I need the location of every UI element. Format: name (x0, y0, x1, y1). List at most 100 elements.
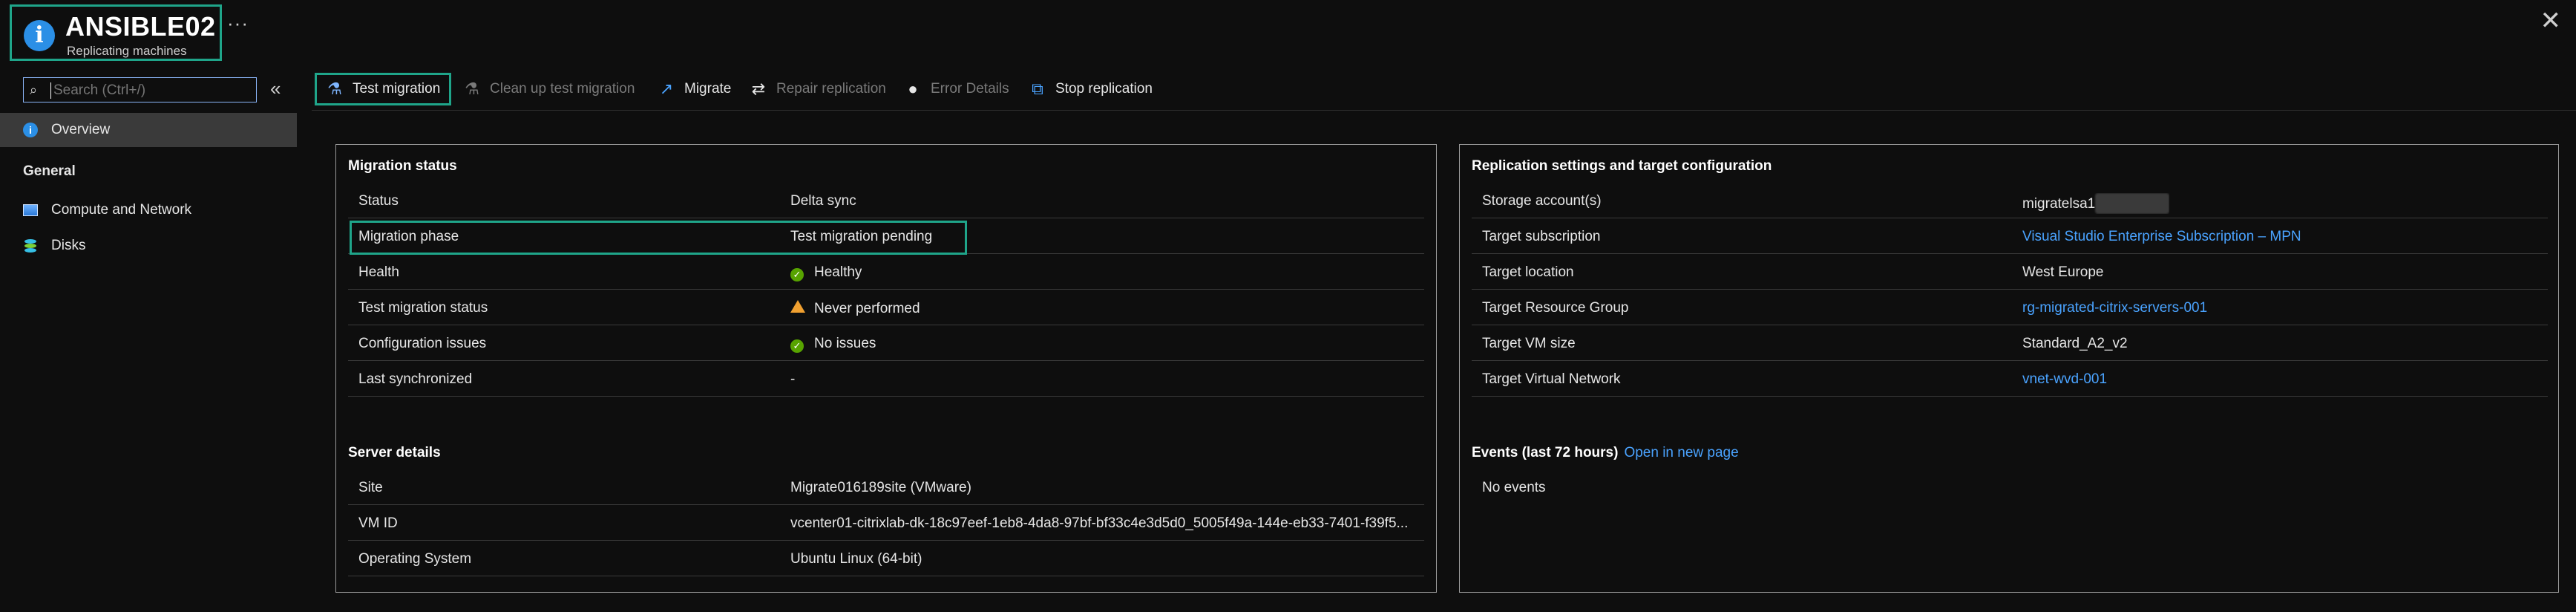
row-key: VM ID (358, 515, 398, 531)
migrate-icon: ↗ (659, 79, 674, 98)
events-title: Events (last 72 hours) Open in new page (1472, 445, 1739, 461)
button-label: Repair replication (776, 81, 886, 97)
no-events-text: No events (1482, 480, 1546, 495)
error-icon: ● (908, 79, 918, 98)
sidebar-item-compute-and-network[interactable]: Compute and Network (0, 193, 297, 227)
error-details-button[interactable]: ● Error Details (904, 73, 1009, 105)
table-row: Target VM size Standard_A2_v2 (1472, 326, 2548, 361)
info-icon: i (23, 123, 38, 137)
row-key: Target VM size (1482, 336, 1576, 351)
row-key: Operating System (358, 551, 472, 567)
command-bar: ⚗ Test migration ⚗ Clean up test migrati… (312, 68, 2568, 110)
row-value: vcenter01-citrixlab-dk-18c97eef-1eb8-4da… (790, 515, 1409, 531)
row-key: Target Virtual Network (1482, 371, 1621, 387)
button-label: Migrate (684, 81, 732, 97)
target-virtual-network-link[interactable]: vnet-wvd-001 (2022, 371, 2107, 388)
migration-status-title: Migration status (348, 158, 457, 174)
table-row: Site Migrate016189site (VMware) (348, 470, 1424, 505)
close-icon[interactable]: ✕ (2540, 6, 2562, 36)
row-value: Ubuntu Linux (64-bit) (790, 551, 922, 567)
search-input[interactable] (52, 79, 255, 102)
repair-icon: ⇄ (751, 79, 766, 98)
table-row: Last synchronized - (348, 362, 1424, 397)
check-icon: ✓ (790, 268, 804, 281)
replication-settings-title: Replication settings and target configur… (1472, 158, 1772, 174)
collapse-sidebar-icon[interactable]: « (270, 77, 281, 100)
table-row: Target Virtual Network vnet-wvd-001 (1472, 362, 2548, 397)
status-text: No issues (814, 336, 876, 351)
events-title-text: Events (last 72 hours) (1472, 445, 1619, 460)
storage-account-text: migratelsa1 (2022, 196, 2096, 212)
row-key: Target location (1482, 264, 1574, 280)
row-key: Site (358, 480, 383, 495)
table-row: Configuration issues ✓ No issues (348, 326, 1424, 361)
info-icon: i (24, 20, 55, 51)
table-row: Status Delta sync (348, 183, 1424, 218)
flask-clean-icon: ⚗ (465, 79, 479, 98)
search-box[interactable]: ⌕ (23, 77, 257, 102)
row-value: Migrate016189site (VMware) (790, 480, 971, 495)
status-text: Never performed (814, 301, 920, 316)
button-label: Clean up test migration (490, 81, 635, 97)
sidebar-item-disks[interactable]: Disks (0, 229, 297, 263)
target-resource-group-link[interactable]: rg-migrated-citrix-servers-001 (2022, 300, 2207, 316)
section-general: General (23, 163, 76, 179)
repair-replication-button[interactable]: ⇄ Repair replication (750, 73, 886, 105)
row-value: Delta sync (790, 193, 856, 209)
sidebar-item-label: Compute and Network (51, 202, 192, 218)
list-item: No events (1472, 470, 2548, 505)
table-row: Health ✓ Healthy (348, 255, 1424, 290)
test-migration-button[interactable]: ⚗ Test migration (315, 73, 452, 105)
title-highlight-box: i ANSIBLE02 Replicating machines (10, 4, 222, 61)
sidebar-item-label: Overview (51, 122, 111, 137)
table-row: Test migration status Never performed (348, 290, 1424, 325)
page-title: ANSIBLE02 (65, 11, 216, 42)
check-icon: ✓ (790, 339, 804, 353)
page-header: i ANSIBLE02 Replicating machines ··· ✕ (0, 0, 2576, 68)
status-text: Healthy (814, 264, 862, 280)
replication-settings-panel: Replication settings and target configur… (1459, 144, 2559, 593)
row-value: - (790, 371, 796, 387)
open-in-new-page-link[interactable]: Open in new page (1624, 445, 1738, 460)
row-key: Storage account(s) (1482, 193, 1602, 209)
target-subscription-link[interactable]: Visual Studio Enterprise Subscription – … (2022, 229, 2301, 245)
row-key: Target Resource Group (1482, 300, 1629, 316)
migration-phase-highlight-box (350, 221, 967, 255)
search-icon: ⌕ (30, 82, 38, 97)
table-row: Target location West Europe (1472, 255, 2548, 290)
migration-status-panel: Migration status Status Delta sync Migra… (335, 144, 1437, 593)
stop-icon: ⧉ (1032, 79, 1043, 98)
row-value: ✓ Healthy (790, 264, 862, 281)
page-subtitle: Replicating machines (67, 44, 187, 58)
more-options-icon[interactable]: ··· (227, 12, 249, 35)
table-row: Operating System Ubuntu Linux (64-bit) (348, 541, 1424, 576)
sidebar-item-label: Disks (51, 238, 86, 253)
row-value: ✓ No issues (790, 336, 876, 353)
button-label: Test migration (353, 81, 441, 97)
server-details-title: Server details (348, 445, 441, 460)
clean-up-test-migration-button[interactable]: ⚗ Clean up test migration (463, 73, 635, 105)
text-cursor (50, 82, 51, 99)
stop-replication-button[interactable]: ⧉ Stop replication (1029, 73, 1153, 105)
table-row: Target subscription Visual Studio Enterp… (1472, 219, 2548, 254)
row-key: Last synchronized (358, 371, 473, 387)
migrate-button[interactable]: ↗ Migrate (658, 73, 732, 105)
row-key: Configuration issues (358, 336, 487, 351)
flask-icon: ⚗ (327, 79, 342, 98)
warning-icon (790, 300, 805, 313)
row-key: Target subscription (1482, 229, 1601, 244)
row-value: Standard_A2_v2 (2022, 336, 2128, 351)
monitor-icon (23, 204, 38, 216)
row-key: Health (358, 264, 399, 280)
row-key: Test migration status (358, 300, 488, 316)
table-row: VM ID vcenter01-citrixlab-dk-18c97eef-1e… (348, 506, 1424, 541)
sidebar-item-overview[interactable]: i Overview (0, 113, 297, 147)
toolbar-divider (312, 110, 2576, 111)
table-row: Storage account(s) migratelsa1 (1472, 183, 2548, 218)
sidebar: ⌕ « i Overview General Compute and Netwo… (0, 68, 297, 612)
button-label: Error Details (931, 81, 1009, 97)
row-value: Never performed (790, 300, 920, 317)
row-key: Status (358, 193, 399, 209)
button-label: Stop replication (1055, 81, 1153, 97)
disks-icon (23, 238, 38, 253)
